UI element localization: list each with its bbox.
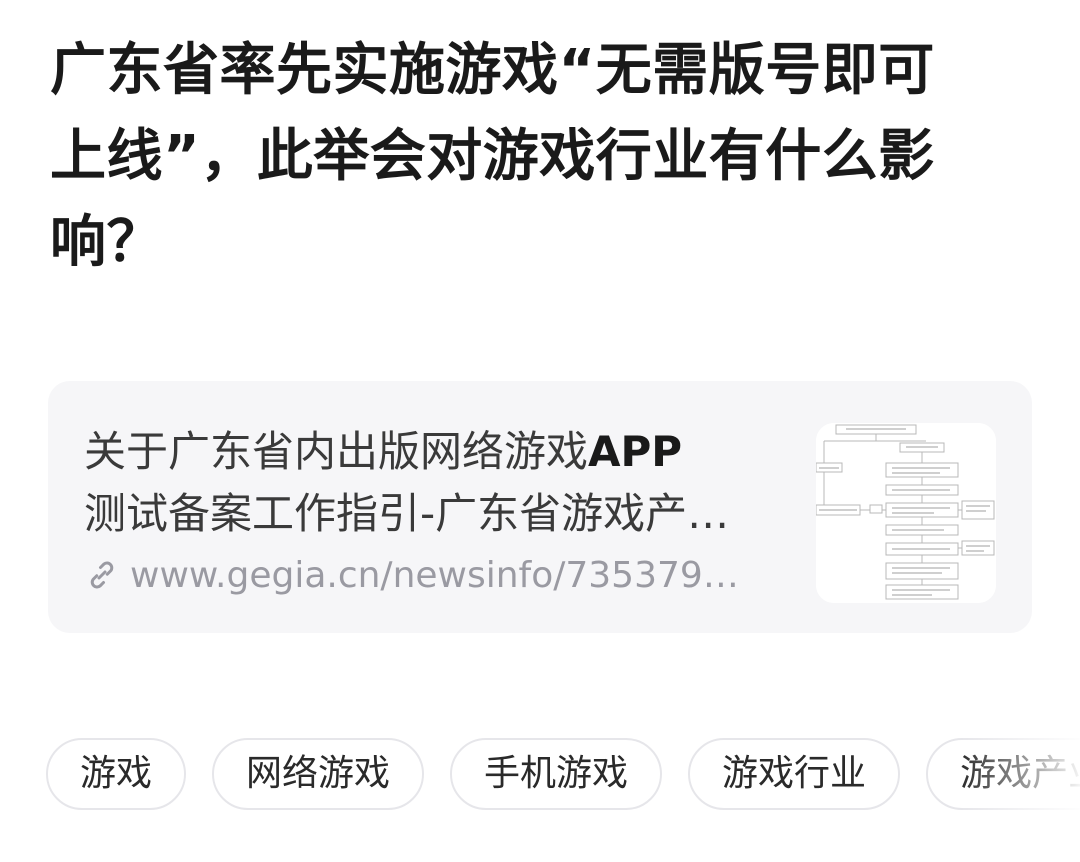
link-card-url: www.gegia.cn/newsinfo/7353794.html <box>130 554 760 596</box>
tag-shouji-youxi[interactable]: 手机游戏 <box>450 738 663 810</box>
topic-tags: 游戏 网络游戏 手机游戏 游戏行业 游戏产业 <box>46 738 1080 810</box>
link-card-thumbnail <box>816 423 996 603</box>
link-card-title-prefix: 关于广东省内出版网络游戏 <box>84 427 589 476</box>
link-card-title: 关于广东省内出版网络游戏APP 测试备案工作指引-广东省游戏产业协会 <box>84 421 744 545</box>
question-title[interactable]: 广东省率先实施游戏“无需版号即可上线”，此举会对游戏行业有什么影响？ <box>50 28 990 286</box>
tag-youxi-hangye[interactable]: 游戏行业 <box>688 738 901 810</box>
flowchart-thumbnail-icon <box>816 423 996 603</box>
link-icon <box>90 561 114 589</box>
link-card-title-highlight: APP <box>588 427 683 476</box>
tag-youxi[interactable]: 游戏 <box>46 738 187 810</box>
link-card-url-row: www.gegia.cn/newsinfo/7353794.html <box>84 551 764 599</box>
answer-page: 广东省率先实施游戏“无需版号即可上线”，此举会对游戏行业有什么影响？ 关于广东省… <box>0 0 1080 862</box>
tag-wangluo-youxi[interactable]: 网络游戏 <box>212 738 425 810</box>
link-card[interactable]: 关于广东省内出版网络游戏APP 测试备案工作指引-广东省游戏产业协会 www.ge… <box>48 381 1032 633</box>
link-card-title-suffix: 测试备案工作指引-广东省游戏产业协会 <box>84 489 730 538</box>
tag-youxi-chanye[interactable]: 游戏产业 <box>926 738 1080 810</box>
